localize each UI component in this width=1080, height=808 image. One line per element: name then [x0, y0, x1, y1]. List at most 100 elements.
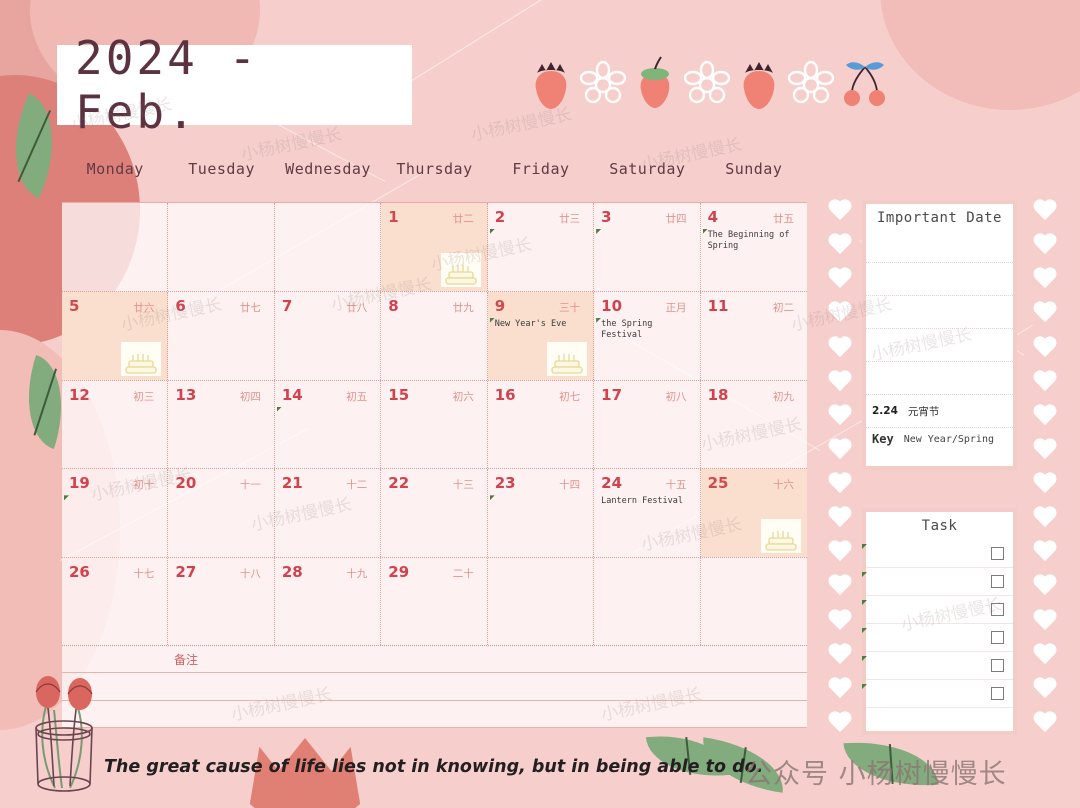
- calendar-day-cell[interactable]: 20 十一: [168, 469, 275, 558]
- calendar-day-cell[interactable]: 29 二十: [381, 558, 488, 647]
- tulip-vase-icon: [10, 668, 120, 798]
- calendar-day-cell[interactable]: 2 廿三: [488, 203, 595, 291]
- heart-icon: [1032, 302, 1058, 325]
- day-header: 19 初十: [69, 474, 160, 492]
- task-row[interactable]: [862, 680, 1013, 708]
- calendar-day-cell[interactable]: 14 初五: [275, 380, 382, 469]
- key-row: Key New Year/Spring: [866, 428, 1013, 446]
- calendar-week-row: 5 廿六 6 廿七 7 廿八 8 廿九 9 三十 New Year's Eve 10 正月 the Spr…: [62, 291, 807, 381]
- task-row[interactable]: [862, 568, 1013, 596]
- marker-icon: [489, 495, 495, 501]
- notes-row[interactable]: [62, 701, 807, 728]
- task-row[interactable]: [862, 540, 1013, 568]
- heart-icon: [1032, 337, 1058, 360]
- heart-icon: [827, 644, 853, 667]
- calendar-day-cell[interactable]: 19 初十: [62, 469, 169, 558]
- important-date-title: Important Date: [876, 210, 1002, 226]
- flower-icon: [579, 51, 627, 111]
- calendar-day-cell[interactable]: 8 廿九: [381, 291, 488, 380]
- task-checkbox[interactable]: [991, 631, 1004, 644]
- important-date-row[interactable]: [866, 296, 1013, 329]
- calendar-grid: 1 廿二 2 廿三 3 廿四 4 廿五 The Beginning of Spring 5 廿六 6 廿…: [62, 202, 807, 647]
- important-date-row[interactable]: [866, 263, 1013, 296]
- notes-row[interactable]: [62, 673, 807, 701]
- birthday-cake-icon: [761, 519, 801, 554]
- weekday-header: Monday Tuesday Wednesday Thursday Friday…: [62, 160, 807, 202]
- calendar-day-cell[interactable]: 10 正月 the Spring Festival: [594, 291, 701, 380]
- calendar-day-cell[interactable]: 11 初二: [701, 292, 807, 380]
- lunar-date: 初八: [665, 390, 687, 403]
- task-checkbox[interactable]: [991, 603, 1004, 616]
- calendar-empty-cell: [275, 203, 382, 291]
- key-label: Key: [872, 432, 894, 446]
- calendar-day-cell[interactable]: 3 廿四: [594, 203, 701, 291]
- task-row[interactable]: [862, 624, 1013, 652]
- calendar-day-cell[interactable]: 13 初四: [168, 380, 275, 469]
- important-date-row[interactable]: [866, 362, 1013, 395]
- heart-icon: [827, 268, 853, 291]
- heart-icon: [1032, 644, 1058, 667]
- calendar-empty-cell: [701, 558, 807, 647]
- day-number: 28: [281, 563, 303, 582]
- calendar-day-cell[interactable]: 17 初八: [594, 380, 701, 469]
- day-header: 20 十一: [175, 474, 266, 492]
- calendar-day-cell[interactable]: 27 十八: [168, 558, 275, 647]
- day-header: 9 三十: [495, 297, 586, 315]
- calendar-day-cell[interactable]: 18 初九: [701, 381, 807, 469]
- day-event-label: New Year's Eve: [494, 318, 567, 329]
- calendar-day-cell[interactable]: 22 十三: [381, 469, 488, 558]
- day-header: 2 廿三: [495, 208, 586, 226]
- lunar-date: 廿三: [559, 213, 581, 225]
- task-checkbox[interactable]: [991, 659, 1004, 672]
- lunar-date: 廿八: [346, 301, 368, 314]
- day-number: 13: [175, 385, 197, 404]
- calendar-day-cell[interactable]: 9 三十 New Year's Eve: [487, 291, 595, 380]
- calendar-day-cell[interactable]: 21 十二: [275, 469, 382, 558]
- heart-icon: [1032, 507, 1058, 530]
- calendar-day-cell[interactable]: 16 初七: [488, 380, 595, 469]
- strawberry-icon: [528, 51, 574, 111]
- calendar-day-cell[interactable]: 7 廿八: [275, 291, 382, 380]
- heart-icon: [827, 678, 853, 701]
- task-row[interactable]: [862, 596, 1013, 624]
- calendar-day-cell[interactable]: 25 十六: [700, 469, 807, 558]
- notes-label: 备注: [174, 652, 199, 667]
- day-header: 26 十七: [69, 563, 160, 581]
- calendar-day-cell[interactable]: 12 初三: [62, 380, 169, 469]
- calendar-day-cell[interactable]: 4 廿五 The Beginning of Spring: [701, 203, 807, 291]
- important-date-row[interactable]: 2.24 元宵节: [866, 395, 1013, 428]
- task-row[interactable]: [862, 652, 1013, 680]
- calendar-week-row: 26 十七 27 十八 28 十九 29 二十: [62, 558, 807, 647]
- lunar-date: 初四: [239, 390, 261, 403]
- flower-icon: [787, 51, 835, 111]
- day-number: 6: [175, 296, 186, 315]
- task-checkbox[interactable]: [991, 687, 1004, 700]
- heart-column-left: [823, 200, 857, 735]
- day-number: 2: [494, 208, 506, 226]
- notes-row[interactable]: 备注: [62, 646, 807, 674]
- notes-section[interactable]: 备注: [62, 646, 807, 728]
- calendar-day-cell[interactable]: 24 十五 Lantern Festival: [594, 469, 701, 558]
- weekday-friday: Friday: [512, 160, 570, 178]
- task-checkbox[interactable]: [991, 547, 1004, 560]
- task-checkbox[interactable]: [991, 575, 1004, 588]
- calendar-day-cell[interactable]: 6 廿七: [168, 291, 275, 380]
- day-header: 6 廿七: [175, 297, 266, 315]
- task-panel: Task: [862, 508, 1017, 735]
- calendar-day-cell[interactable]: 1 廿二: [381, 203, 488, 291]
- important-date-panel: Important Date 2.24 元宵节 Key New Year/Spri…: [862, 200, 1017, 470]
- calendar-day-cell[interactable]: 28 十九: [275, 558, 382, 647]
- heart-icon: [827, 302, 853, 325]
- important-date-row[interactable]: [866, 230, 1013, 263]
- heart-icon: [1032, 405, 1058, 428]
- lunar-date: 十八: [239, 568, 261, 581]
- marker-icon: [862, 684, 867, 689]
- important-date-row[interactable]: [866, 329, 1013, 362]
- task-rows: [862, 538, 1013, 708]
- weekday-monday: Monday: [86, 160, 144, 178]
- calendar-day-cell[interactable]: 5 廿六: [62, 291, 169, 380]
- calendar-day-cell[interactable]: 23 十四: [488, 469, 595, 558]
- calendar-day-cell[interactable]: 15 初六: [381, 380, 488, 469]
- heart-icon: [827, 712, 853, 735]
- calendar-day-cell[interactable]: 26 十七: [62, 558, 169, 647]
